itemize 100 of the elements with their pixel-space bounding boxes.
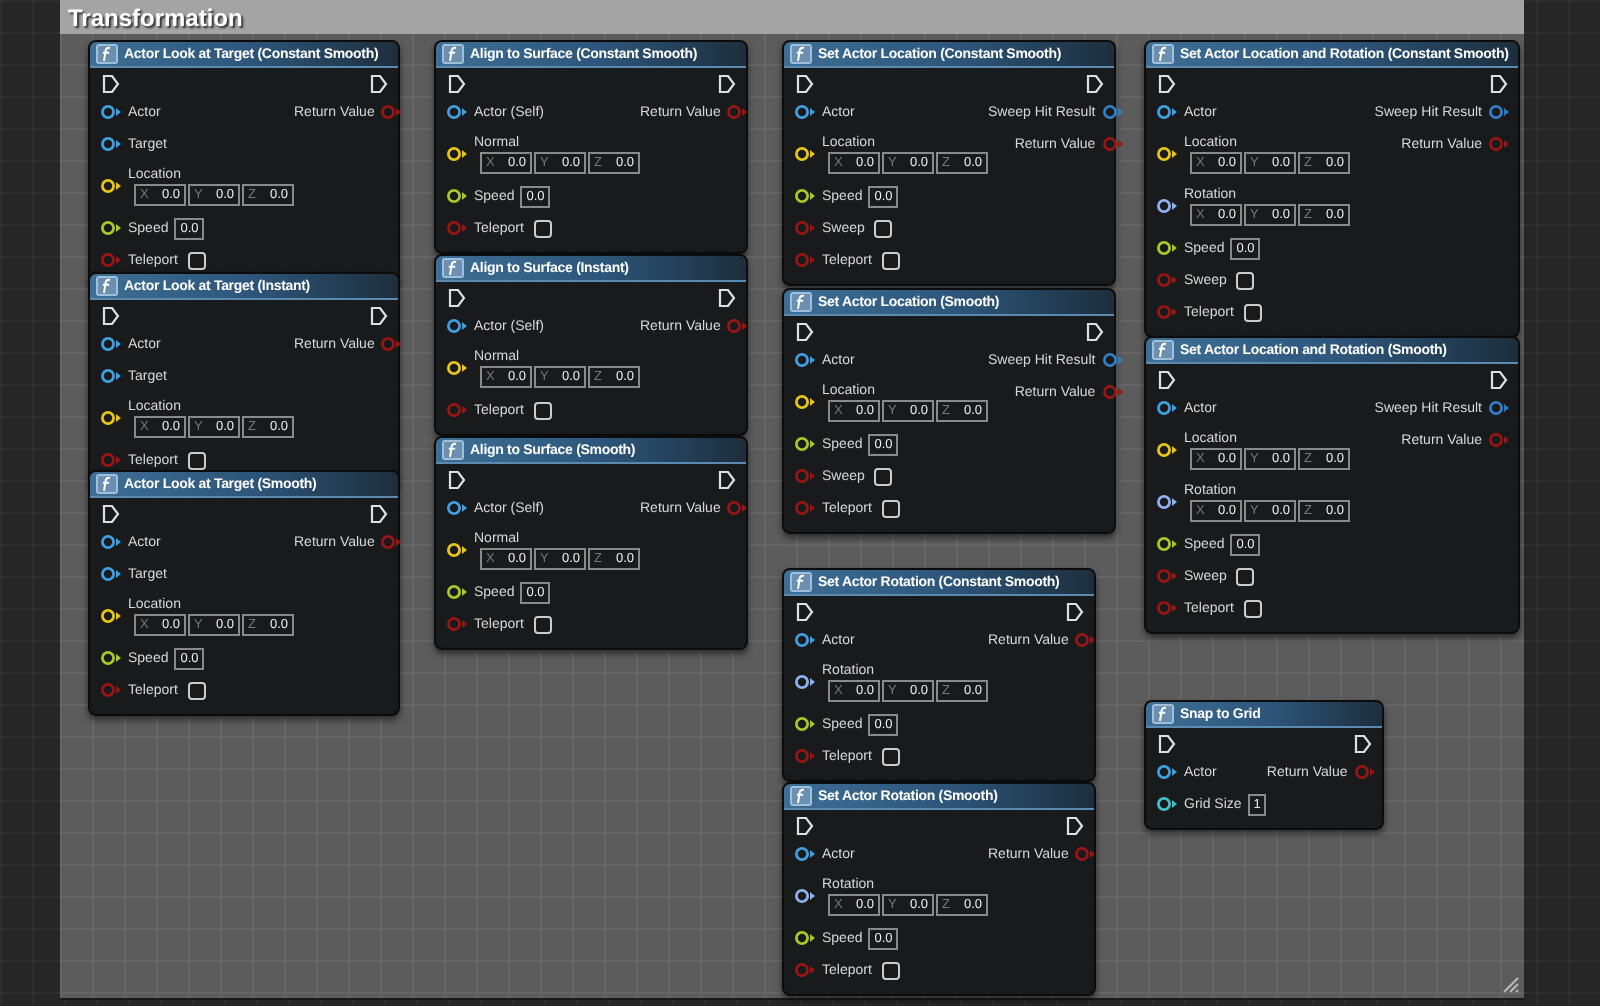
checkbox[interactable] [533,219,552,237]
input-pin-icon[interactable] [794,716,816,732]
exec-pin-icon[interactable] [796,322,814,342]
input-pin-icon[interactable] [1156,796,1178,812]
input-pin-icon[interactable] [794,930,816,946]
exec-pin-icon[interactable] [1066,602,1084,622]
input-pin-icon[interactable] [100,136,122,152]
output-pin-icon[interactable] [380,534,403,550]
input-pin-icon[interactable] [1156,442,1178,458]
input-pin-icon[interactable] [1156,600,1178,616]
checkbox[interactable] [533,615,552,633]
input-pin-icon[interactable] [794,632,816,648]
output-pin-icon[interactable] [1101,136,1124,152]
input-pin-icon[interactable] [446,584,468,600]
input-pin-icon[interactable] [1156,494,1178,510]
input-pin-icon[interactable] [100,608,122,624]
checkbox[interactable] [187,681,206,699]
exec-pin-icon[interactable] [370,74,388,94]
input-pin-icon[interactable] [794,674,816,690]
exec-pin-icon[interactable] [102,74,120,94]
input-pin-icon[interactable] [794,888,816,904]
output-pin-icon[interactable] [1101,352,1124,368]
input-pin-icon[interactable] [1156,146,1178,162]
input-pin-icon[interactable] [100,682,122,698]
exec-pin-icon[interactable] [796,816,814,836]
output-pin-icon[interactable] [380,104,403,120]
input-pin-icon[interactable] [1156,104,1178,120]
checkbox[interactable] [1236,567,1255,585]
exec-pin-icon[interactable] [448,74,466,94]
input-pin-icon[interactable] [794,252,816,268]
input-pin-icon[interactable] [1156,536,1178,552]
checkbox[interactable] [874,219,893,237]
input-pin-icon[interactable] [1156,568,1178,584]
input-pin-icon[interactable] [446,616,468,632]
input-pin-icon[interactable] [100,104,122,120]
input-pin-icon[interactable] [794,146,816,162]
resize-grip-icon[interactable] [1502,976,1520,994]
output-pin-icon[interactable] [1101,384,1124,400]
checkbox[interactable] [533,401,552,419]
input-pin-icon[interactable] [794,188,816,204]
exec-pin-icon[interactable] [796,74,814,94]
input-pin-icon[interactable] [446,360,468,376]
checkbox[interactable] [881,499,900,517]
exec-pin-icon[interactable] [718,288,736,308]
exec-pin-icon[interactable] [1354,734,1372,754]
input-pin-icon[interactable] [1156,400,1178,416]
exec-pin-icon[interactable] [102,504,120,524]
exec-pin-icon[interactable] [1158,734,1176,754]
input-pin-icon[interactable] [794,352,816,368]
input-pin-icon[interactable] [794,436,816,452]
output-pin-icon[interactable] [1488,104,1510,120]
input-pin-icon[interactable] [100,220,122,236]
exec-pin-icon[interactable] [718,74,736,94]
exec-pin-icon[interactable] [1490,74,1508,94]
checkbox[interactable] [881,251,900,269]
input-pin-icon[interactable] [446,402,468,418]
checkbox[interactable] [874,467,893,485]
input-pin-icon[interactable] [100,368,122,384]
input-pin-icon[interactable] [1156,272,1178,288]
input-pin-icon[interactable] [1156,304,1178,320]
input-pin-icon[interactable] [794,500,816,516]
input-pin-icon[interactable] [1156,240,1178,256]
exec-pin-icon[interactable] [448,470,466,490]
input-pin-icon[interactable] [794,394,816,410]
input-pin-icon[interactable] [1156,764,1178,780]
checkbox[interactable] [1243,599,1262,617]
input-pin-icon[interactable] [100,566,122,582]
checkbox[interactable] [881,961,900,979]
input-pin-icon[interactable] [446,318,468,334]
input-pin-icon[interactable] [794,748,816,764]
checkbox[interactable] [1243,303,1262,321]
exec-pin-icon[interactable] [1086,74,1104,94]
exec-pin-icon[interactable] [1086,322,1104,342]
input-pin-icon[interactable] [794,468,816,484]
input-pin-icon[interactable] [100,178,122,194]
input-pin-icon[interactable] [794,846,816,862]
exec-pin-icon[interactable] [102,306,120,326]
input-pin-icon[interactable] [794,104,816,120]
output-pin-icon[interactable] [380,336,403,352]
checkbox[interactable] [187,451,206,469]
input-pin-icon[interactable] [100,410,122,426]
output-pin-icon[interactable] [1488,400,1510,416]
input-pin-icon[interactable] [794,962,816,978]
exec-pin-icon[interactable] [448,288,466,308]
exec-pin-icon[interactable] [370,306,388,326]
exec-pin-icon[interactable] [1158,370,1176,390]
output-pin-icon[interactable] [1101,104,1124,120]
input-pin-icon[interactable] [794,220,816,236]
input-pin-icon[interactable] [446,188,468,204]
checkbox[interactable] [881,747,900,765]
input-pin-icon[interactable] [446,146,468,162]
input-pin-icon[interactable] [100,252,122,268]
input-pin-icon[interactable] [1156,198,1178,214]
exec-pin-icon[interactable] [796,602,814,622]
input-pin-icon[interactable] [446,542,468,558]
exec-pin-icon[interactable] [1066,816,1084,836]
input-pin-icon[interactable] [446,500,468,516]
exec-pin-icon[interactable] [1158,74,1176,94]
checkbox[interactable] [187,251,206,269]
exec-pin-icon[interactable] [1490,370,1508,390]
